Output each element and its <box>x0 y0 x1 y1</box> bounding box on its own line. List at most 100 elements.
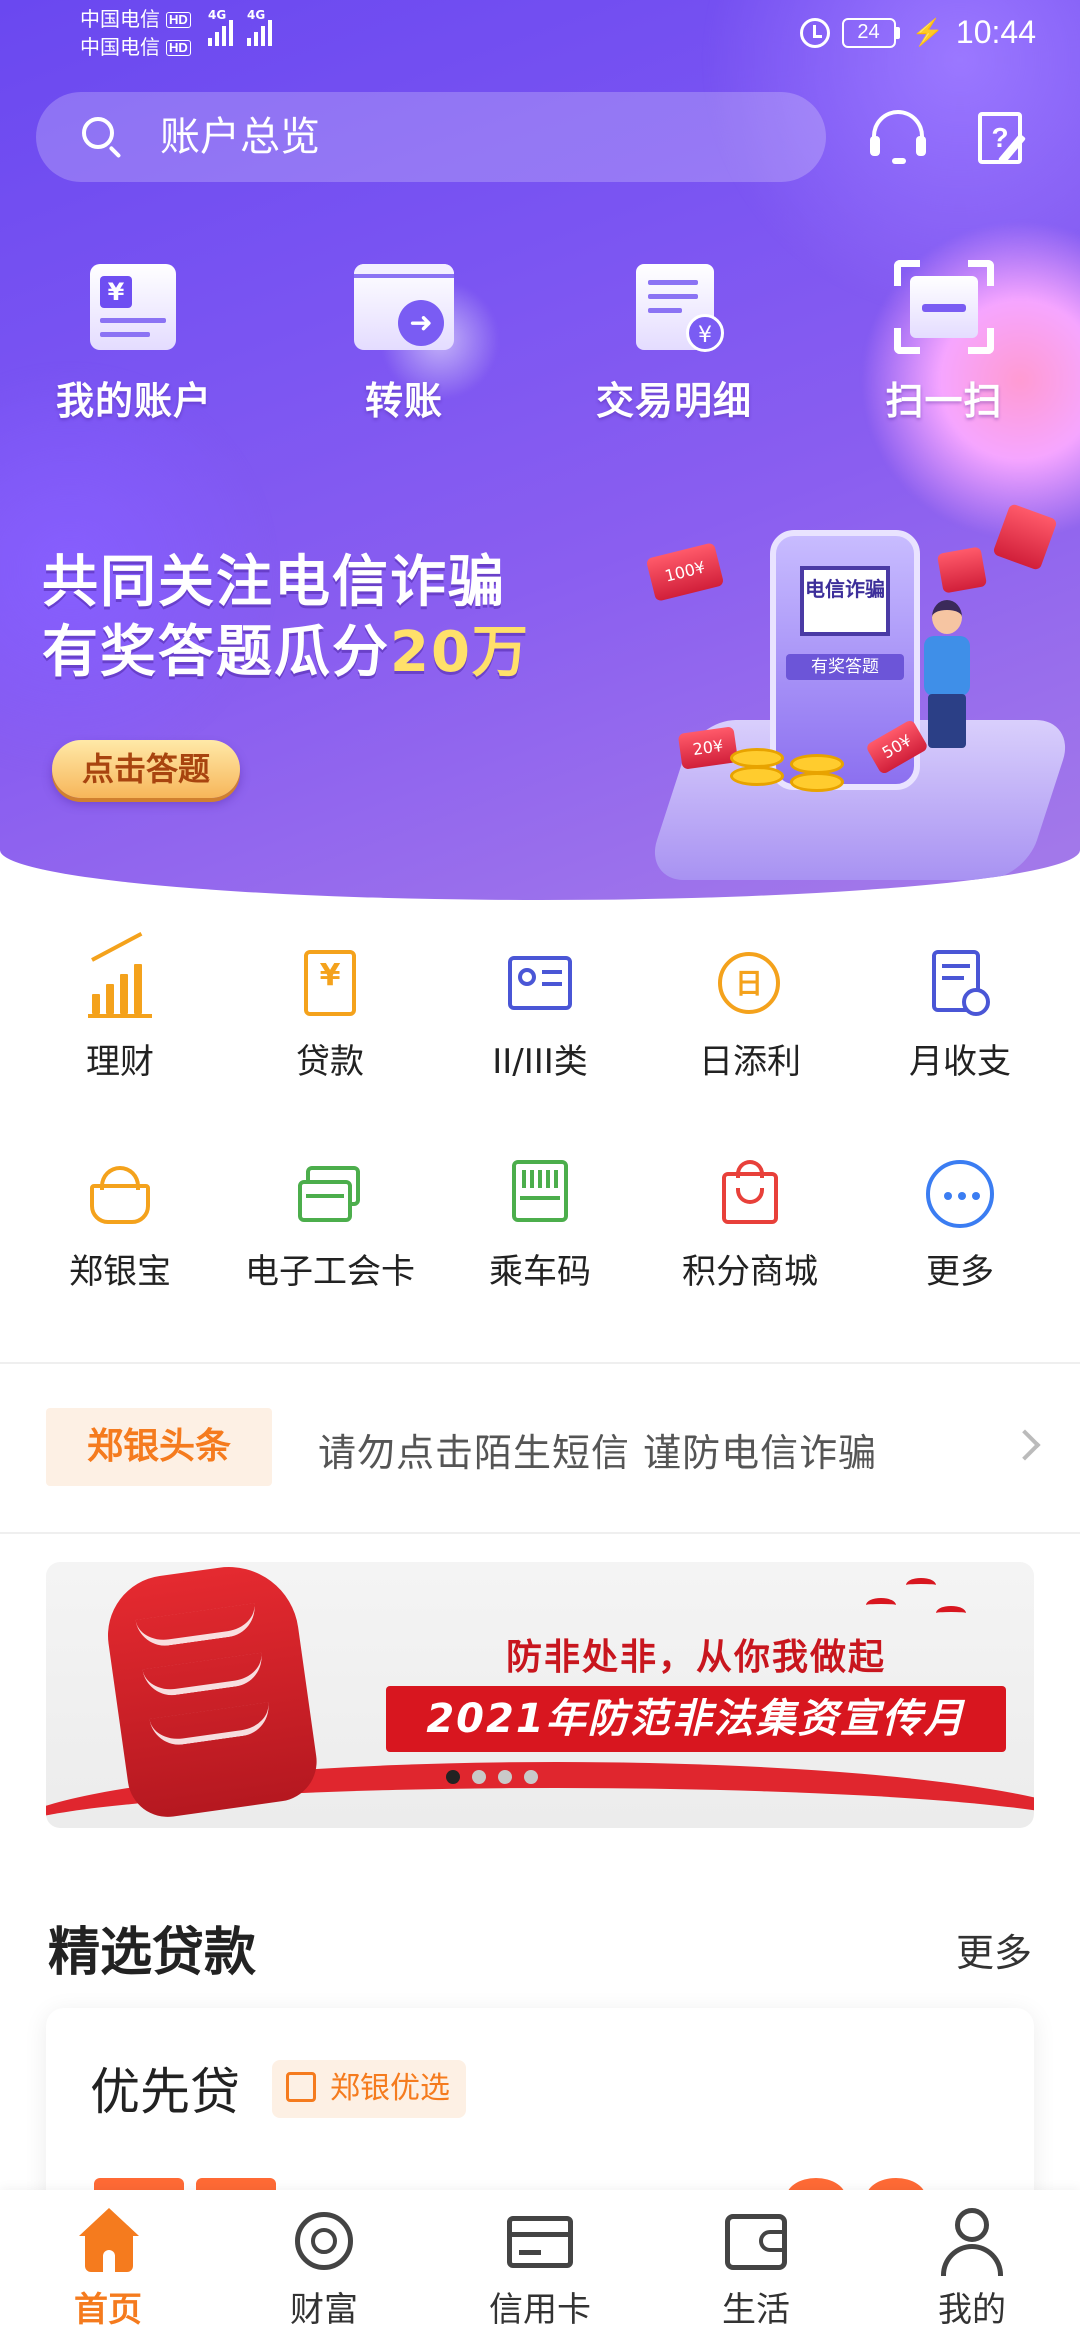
news-tag: 郑银头条 <box>46 1408 272 1486</box>
promo-banner-title[interactable]: 共同关注电信诈骗 有奖答题瓜分20万 <box>42 548 530 688</box>
quick-my-account[interactable]: ¥ 我的账户 <box>24 260 244 425</box>
red-envelope <box>936 546 988 594</box>
monthly-statement-icon <box>924 948 996 1020</box>
coin <box>790 754 844 774</box>
grid-item-treasure[interactable]: 郑银宝 <box>15 1158 225 1293</box>
hero-section: 中国电信 HD 中国电信 HD 4G 4G 24 ⚡ 10:44 ? ¥ <box>0 0 1080 900</box>
status-bar: 中国电信 HD 中国电信 HD 4G 4G 24 ⚡ 10:44 <box>0 0 1080 72</box>
tab-credit-card[interactable]: 信用卡 <box>432 2190 648 2340</box>
banner-slogan: 防非处非，从你我做起 <box>506 1637 887 1678</box>
page-dot-active[interactable] <box>446 1770 460 1784</box>
loan-badge-text: 郑银优选 <box>330 2071 450 2106</box>
home-icon <box>73 2206 143 2276</box>
grid-item-union-card[interactable]: 电子工会卡 <box>225 1158 435 1293</box>
news-ticker[interactable]: 郑银头条 请勿点击陌生短信 谨防电信诈骗 <box>0 1366 1080 1532</box>
grid-item-wealth[interactable]: 理财 <box>15 931 225 1083</box>
more-icon <box>924 1158 996 1230</box>
phone-tag-text: 有奖答题 <box>786 654 904 680</box>
daily-interest-icon: 日 <box>714 948 786 1020</box>
quiz-button[interactable]: 点击答题 <box>52 740 240 798</box>
quick-label: 转账 <box>364 379 443 423</box>
credit-card-icon <box>505 2206 575 2276</box>
section-title: 精选贷款 <box>48 1923 257 1983</box>
network-type: 4G <box>247 8 266 22</box>
promo-illustration: 电信诈骗 有奖答题 100¥ 20¥ 50¥ <box>580 503 1080 900</box>
grid-label: 电子工会卡 <box>245 1252 415 1292</box>
search-bar[interactable] <box>36 92 826 182</box>
thumbs-up-icon <box>286 2072 316 2102</box>
bird-decor <box>936 1606 966 1620</box>
red-envelope <box>992 503 1058 571</box>
grid-label: 乘车码 <box>489 1252 591 1292</box>
person-illustration <box>910 600 980 750</box>
battery-level: 24 <box>841 17 896 48</box>
grid-item-daily-interest[interactable]: 日 日添利 <box>645 948 855 1083</box>
loan-badge: 郑银优选 <box>272 2060 466 2118</box>
tab-life[interactable]: 生活 <box>648 2190 864 2340</box>
phone-screen-text: 电信诈骗 <box>800 566 890 636</box>
charging-icon: ⚡ <box>911 17 944 47</box>
quick-scan[interactable]: 扫一扫 <box>834 260 1054 425</box>
page-dot[interactable] <box>472 1770 486 1784</box>
hd-badge: HD <box>166 12 191 28</box>
id-card-icon <box>504 948 576 1020</box>
banner-campaign: 2021年防范非法集资宣传月 <box>386 1686 1006 1752</box>
wealth-chart-icon <box>84 931 156 1020</box>
page-dot[interactable] <box>498 1770 512 1784</box>
tab-label: 信用卡 <box>489 2290 591 2330</box>
coin <box>790 772 844 792</box>
help-doc-icon[interactable]: ? <box>974 108 1034 168</box>
bird-decor <box>906 1578 936 1592</box>
promo-line-2: 有奖答题瓜分 <box>42 620 390 685</box>
promo-line-1: 共同关注电信诈骗 <box>42 550 506 615</box>
grid-label: 月收支 <box>909 1042 1011 1082</box>
grid-item-more[interactable]: 更多 <box>855 1158 1065 1293</box>
banner-carousel[interactable]: 防非处非，从你我做起 2021年防范非法集资宣传月 <box>46 1562 1034 1828</box>
tab-mine[interactable]: 我的 <box>864 2190 1080 2340</box>
coin <box>730 766 784 786</box>
grid-item-transit-code[interactable]: 乘车码 <box>435 1158 645 1293</box>
grid-label: 郑银宝 <box>69 1252 171 1292</box>
hd-badge: HD <box>166 40 191 56</box>
signal-icon: 4G 4G <box>208 8 272 46</box>
chevron-right-icon[interactable] <box>1009 1429 1041 1461</box>
wealth-icon <box>289 2206 359 2276</box>
quick-transaction-detail[interactable]: ¥ 交易明细 <box>564 260 784 425</box>
quick-label: 交易明细 <box>595 379 752 423</box>
carrier-name: 中国电信 <box>80 37 160 59</box>
grid-item-monthly[interactable]: 月收支 <box>855 948 1065 1083</box>
profile-icon <box>937 2206 1007 2276</box>
loan-name: 优先贷 <box>90 2063 240 2121</box>
carrier-name: 中国电信 <box>80 9 160 31</box>
tab-label: 我的 <box>938 2290 1006 2330</box>
fist-illustration <box>100 1562 322 1823</box>
news-headline[interactable]: 请勿点击陌生短信 谨防电信诈骗 <box>318 1422 877 1477</box>
divider <box>0 1362 1080 1364</box>
page-dot[interactable] <box>524 1770 538 1784</box>
tab-label: 财富 <box>290 2290 358 2330</box>
grid-label: 日添利 <box>699 1042 801 1082</box>
tab-home[interactable]: 首页 <box>0 2190 216 2340</box>
quick-transfer[interactable]: ➜ 转账 <box>294 260 514 425</box>
tab-wealth[interactable]: 财富 <box>216 2190 432 2340</box>
search-input[interactable] <box>160 114 760 160</box>
grid-label: 贷款 <box>296 1042 364 1082</box>
headset-icon[interactable] <box>868 108 928 168</box>
search-icon <box>82 117 122 159</box>
alarm-icon <box>799 17 830 48</box>
loan-icon: ¥ <box>294 948 366 1020</box>
red-envelope: 100¥ <box>645 542 725 602</box>
grid-item-loan[interactable]: ¥ 贷款 <box>225 948 435 1083</box>
quick-label: 扫一扫 <box>885 379 1003 423</box>
grid-label: 积分商城 <box>682 1252 818 1292</box>
grid-item-points-mall[interactable]: 积分商城 <box>645 1158 855 1293</box>
network-type: 4G <box>208 8 227 22</box>
transaction-detail-icon: ¥ <box>624 260 724 354</box>
account-card-icon: ¥ <box>84 260 184 354</box>
divider <box>0 1532 1080 1534</box>
bottom-nav: 首页 财富 信用卡 生活 我的 <box>0 2190 1080 2340</box>
battery-icon: 24 <box>841 17 900 48</box>
more-link[interactable]: 更多 <box>956 1922 1032 1977</box>
grid-item-card-class[interactable]: II/III类 <box>435 948 645 1083</box>
transfer-icon: ➜ <box>354 260 454 354</box>
